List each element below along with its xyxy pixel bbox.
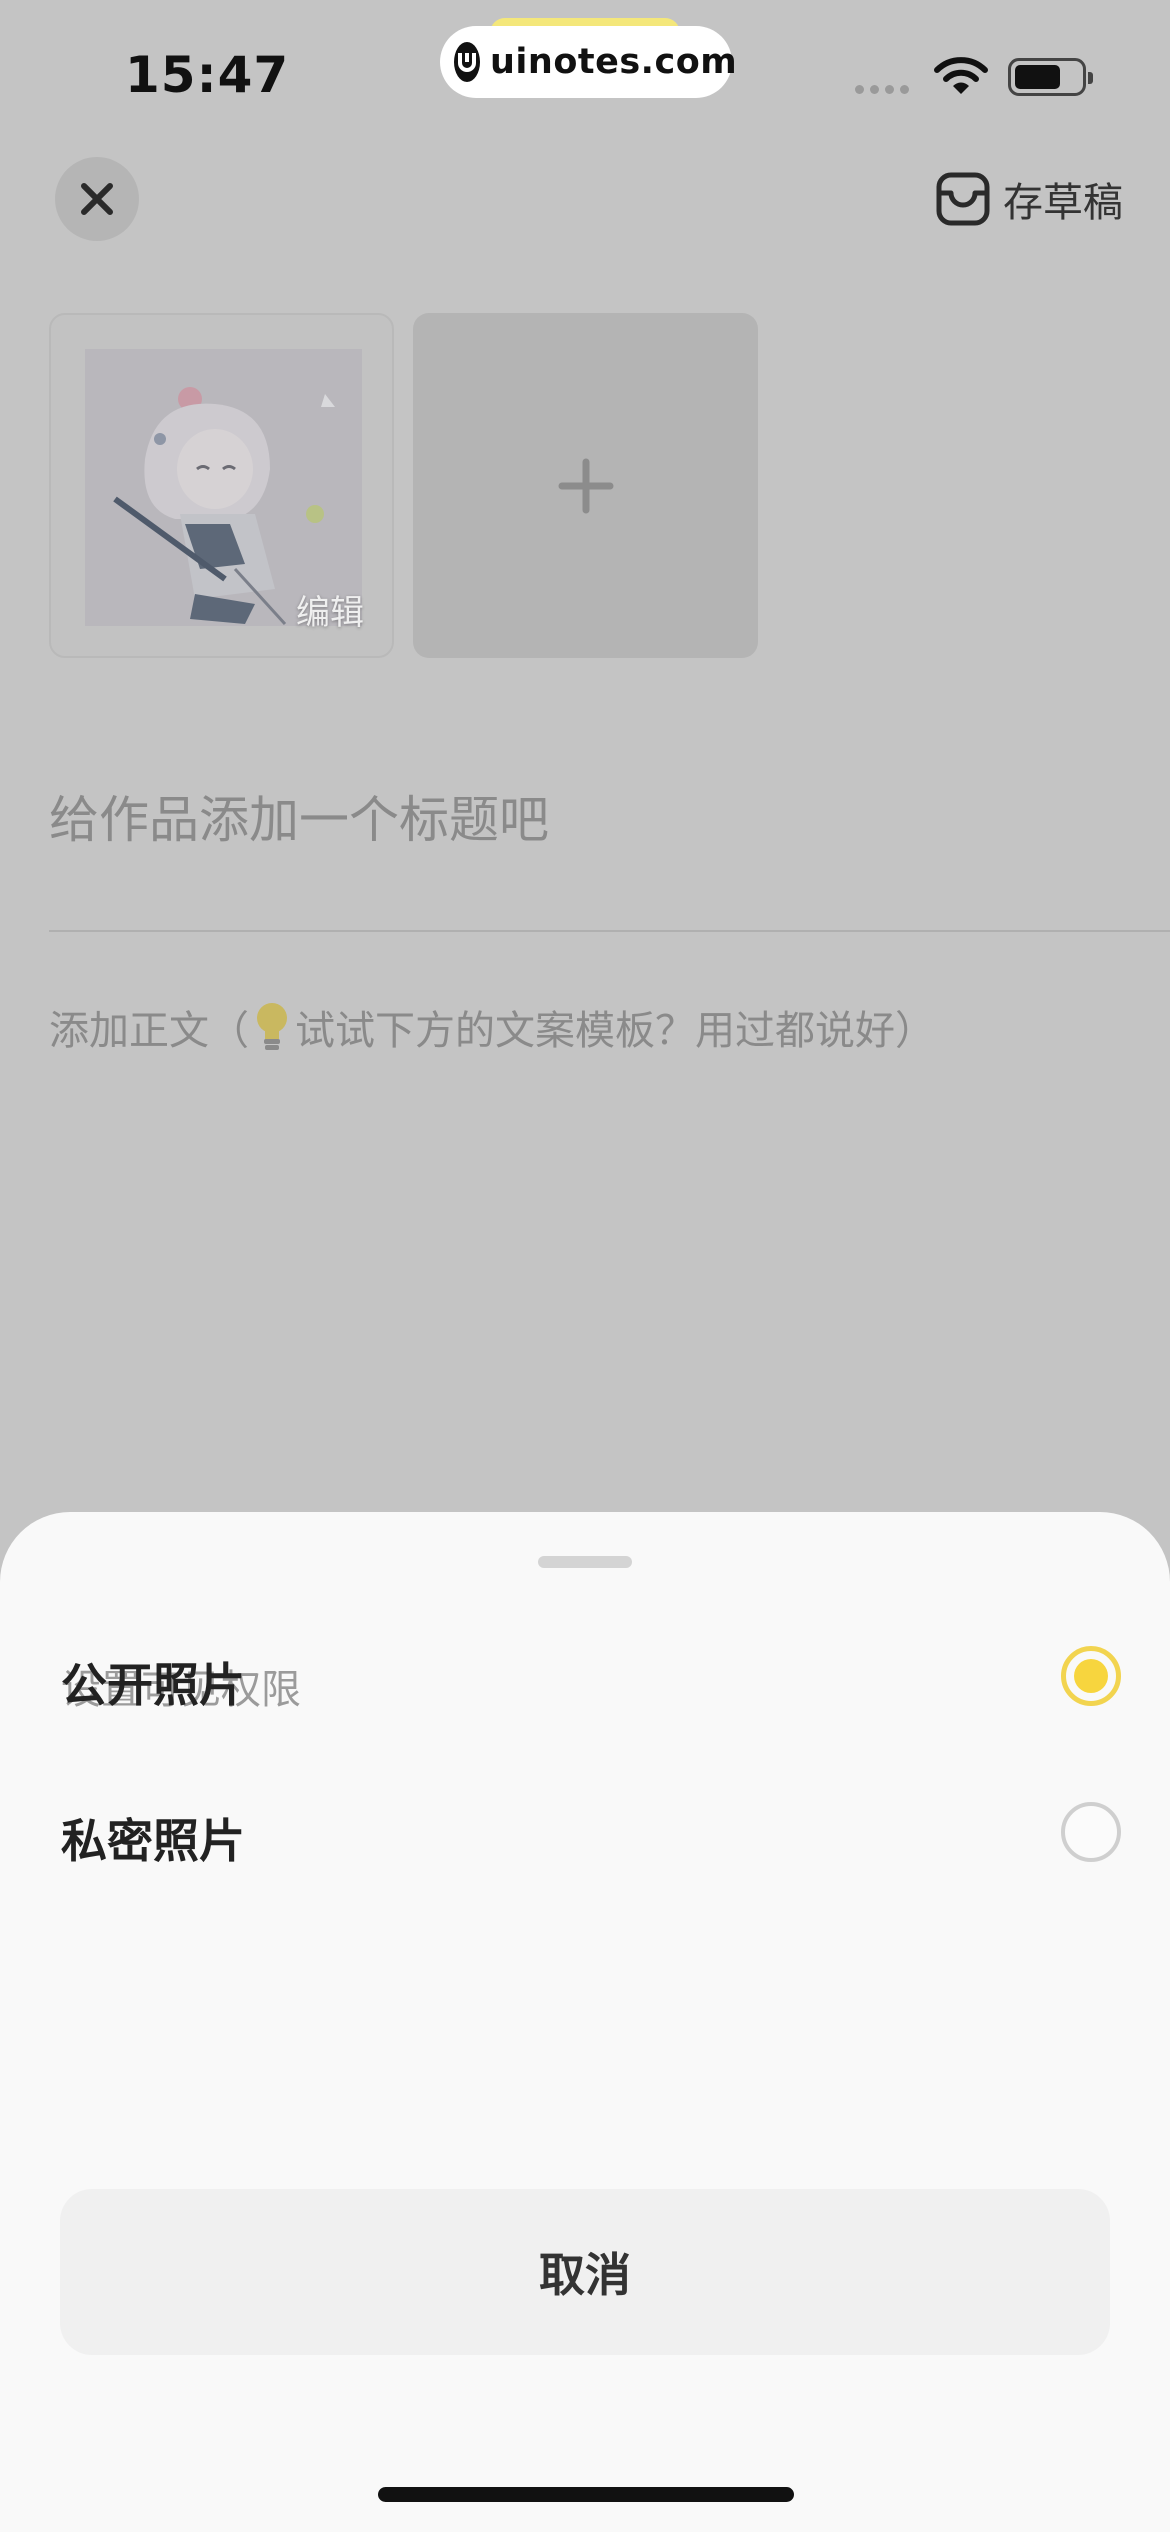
option-label: 私密照片 — [61, 1814, 245, 1868]
status-bar: 15:47 uinotes.com — [0, 0, 1170, 130]
save-draft-button[interactable]: 存草稿 — [935, 170, 1123, 228]
edit-photo-label[interactable]: 编辑 — [296, 585, 364, 634]
close-icon — [81, 183, 113, 215]
body-input[interactable]: 添加正文（ 试试下方的文案模板？用过都说好） — [49, 998, 935, 1056]
watermark-text: uinotes.com — [490, 42, 738, 82]
option-private-photo[interactable]: 私密照片 — [0, 1768, 1170, 1898]
wifi-icon — [934, 57, 988, 94]
watermark-logo-icon — [454, 42, 480, 82]
watermark-badge: uinotes.com — [440, 26, 737, 98]
option-public-photo[interactable]: 公开照片 — [0, 1612, 1170, 1742]
status-time: 15:47 — [125, 46, 290, 104]
title-input[interactable] — [49, 775, 1170, 865]
title-divider — [49, 930, 1170, 932]
home-indicator — [378, 2487, 794, 2502]
inbox-icon — [936, 172, 990, 226]
close-button[interactable] — [55, 157, 139, 241]
body-placeholder-prefix: 添加正文（ — [49, 1008, 249, 1054]
body-placeholder-suffix: 试试下方的文案模板？用过都说好） — [295, 1008, 935, 1054]
option-label: 公开照片 — [61, 1658, 245, 1712]
save-draft-label: 存草稿 — [1003, 180, 1123, 226]
cellular-signal-icon — [855, 85, 909, 94]
lightbulb-icon — [257, 1003, 287, 1050]
radio-unselected-icon[interactable] — [1061, 1802, 1121, 1862]
photo-thumbnail[interactable]: 编辑 — [49, 313, 394, 658]
add-photo-button[interactable] — [413, 313, 758, 658]
plus-icon — [558, 458, 613, 513]
sheet-drag-handle[interactable] — [538, 1556, 632, 1568]
cancel-button[interactable]: 取消 — [60, 2189, 1110, 2355]
battery-icon — [1008, 58, 1093, 96]
radio-selected-icon[interactable] — [1061, 1646, 1121, 1706]
